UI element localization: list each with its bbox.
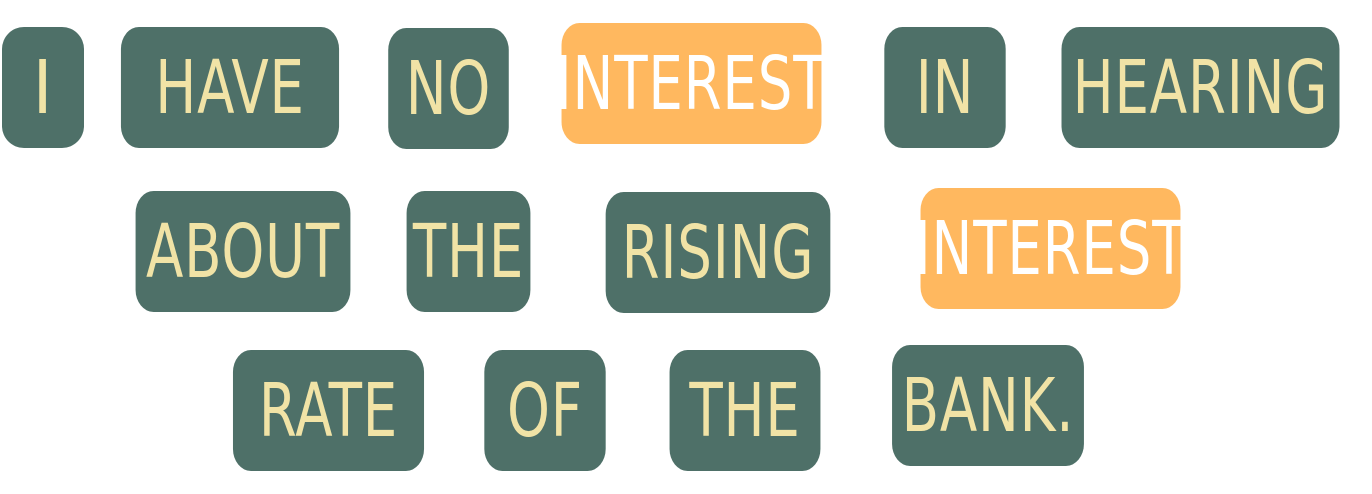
- word-text: ABOUT: [145, 208, 341, 295]
- word-text: IN: [915, 44, 975, 131]
- word-text: I: [32, 44, 54, 131]
- word-text: INTEREST: [555, 40, 828, 127]
- word-tile-i: I: [2, 27, 84, 148]
- word-tile-no: NO: [388, 28, 509, 149]
- word-tile-have: HAVE: [120, 27, 340, 148]
- word-text: HAVE: [155, 44, 305, 131]
- word-text: THE: [412, 208, 525, 295]
- word-tile-about: ABOUT: [135, 191, 351, 312]
- word-text: NO: [405, 45, 492, 132]
- word-tile-interest-highlight: INTEREST: [556, 23, 827, 144]
- word-text: RISING: [621, 209, 815, 296]
- word-tile-bank: BANK.: [892, 345, 1084, 466]
- word-tile-rate: RATE: [232, 350, 425, 471]
- word-tile-rising: RISING: [605, 192, 831, 313]
- word-tile-the: THE: [406, 191, 531, 312]
- word-tile-hearing: HEARING: [1061, 27, 1340, 148]
- word-tile-of: OF: [484, 350, 606, 471]
- word-tile-in: IN: [884, 27, 1006, 148]
- word-text: BANK.: [901, 362, 1075, 449]
- word-tile-the-2: THE: [669, 350, 821, 471]
- word-text: THE: [689, 367, 801, 454]
- word-text: INTEREST: [914, 205, 1187, 292]
- word-tile-interest-highlight-2: INTEREST: [915, 188, 1186, 309]
- word-text: OF: [506, 367, 584, 454]
- word-text: RATE: [258, 367, 399, 454]
- word-text: HEARING: [1072, 44, 1329, 131]
